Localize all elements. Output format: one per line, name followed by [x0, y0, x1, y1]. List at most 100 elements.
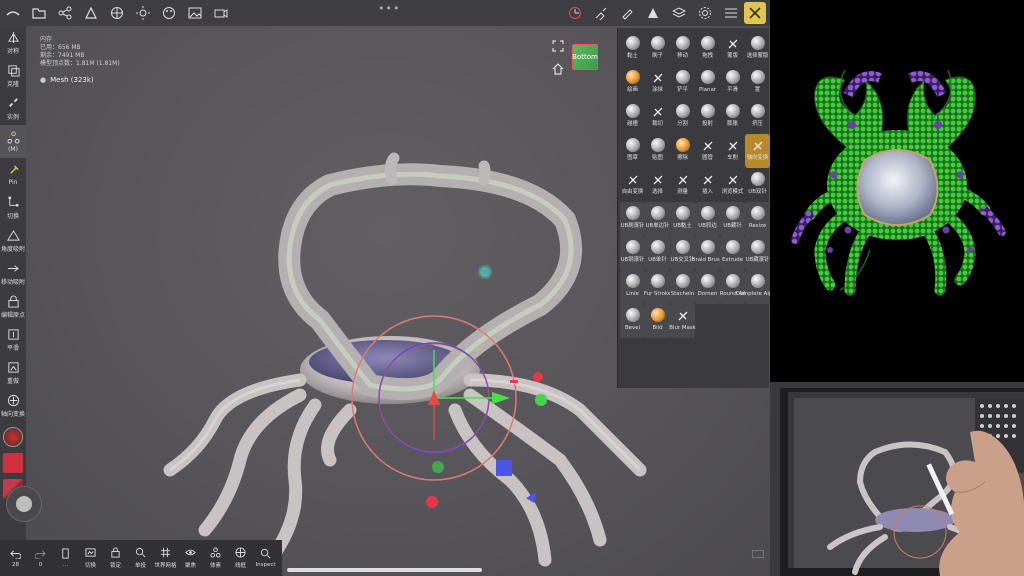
brush-item[interactable]: 车削 — [720, 134, 745, 168]
brush-item[interactable]: 置 — [745, 66, 770, 100]
brush-item[interactable]: Dornen — [695, 270, 720, 304]
sun-icon[interactable] — [130, 0, 156, 26]
brush-item[interactable]: UB藏针 — [720, 202, 745, 236]
brush-item[interactable]: 自由变换 — [620, 168, 645, 202]
brush-item[interactable]: 挤压 — [745, 100, 770, 134]
bottom-tool-lock[interactable]: 锁定 — [103, 547, 128, 569]
brush-item[interactable]: Bild — [645, 304, 670, 338]
brush-item[interactable]: UB双针 — [745, 168, 770, 202]
brush-item[interactable]: Extrude — [720, 236, 745, 270]
brush-item[interactable]: 分割 — [670, 100, 695, 134]
brush-item[interactable]: 平滑 — [720, 66, 745, 100]
scene-icon[interactable] — [78, 0, 104, 26]
brush-item[interactable]: 裁切 — [645, 100, 670, 134]
fullscreen-icon[interactable] — [552, 40, 564, 52]
bottom-tool-eye[interactable]: 聚焦 — [178, 547, 203, 569]
brush-item[interactable]: Complete Alpha — [736, 270, 770, 304]
pin-tool[interactable]: Pin — [0, 158, 26, 191]
globe-icon[interactable] — [104, 0, 130, 26]
bottom-tool-switch[interactable]: 切换 — [78, 547, 103, 569]
brush-panel: 黏土 刷子 移动 拖拽 蒙版 选择蒙版绘画 涂抹 铲平 Planar 平滑 置碰撞 裁切 分割 投射 膨胀 挤… — [617, 28, 770, 388]
instance-tool[interactable]: 实例 — [0, 92, 26, 125]
brush-item[interactable]: Round All — [720, 270, 745, 304]
palette-icon[interactable] — [156, 0, 182, 26]
brush-item[interactable]: Fur Stroke — [644, 270, 671, 304]
bottom-tool-wireframe[interactable]: 线框 — [228, 547, 253, 569]
brush-item[interactable]: 拖拽 — [695, 32, 720, 66]
view-cube[interactable]: Bottom — [572, 44, 598, 70]
folder-icon[interactable] — [26, 0, 52, 26]
brush-item[interactable]: Blur Mask — [669, 304, 696, 338]
gizmo-icon[interactable] — [562, 0, 588, 26]
brush-item[interactable]: Resize — [745, 202, 770, 236]
toggle-tool[interactable]: 切换 — [0, 191, 26, 224]
bottom-tool-grid[interactable]: 世界网格 — [153, 547, 178, 569]
angle-snap-tool[interactable]: 角度吸附 — [0, 224, 26, 257]
brush-item[interactable]: 蒙版 — [720, 32, 745, 66]
redo-tool[interactable]: 重做 — [0, 356, 26, 389]
brush-item[interactable]: 选择 — [645, 168, 670, 202]
brush-item[interactable]: UB交叉针 — [670, 236, 695, 270]
symmetry-tool[interactable]: 对称 — [0, 26, 26, 59]
brush-item[interactable]: 膨胀 — [720, 100, 745, 134]
brush-item[interactable]: 刷子 — [645, 32, 670, 66]
video-icon[interactable] — [208, 0, 234, 26]
settings-icon[interactable] — [692, 0, 718, 26]
brush-item[interactable]: Bevel — [620, 304, 645, 338]
brush-item[interactable]: 擦除 — [670, 134, 695, 168]
brush-item[interactable]: Linie — [620, 270, 645, 304]
brush-item[interactable]: 移动 — [670, 32, 695, 66]
bottom-tool-undo[interactable]: 28 — [3, 548, 28, 568]
move-snap-tool[interactable]: 移动吸附 — [0, 257, 26, 290]
brush-item[interactable]: 涂抹 — [645, 66, 670, 100]
brush-item[interactable]: 贴图 — [645, 134, 670, 168]
stylus-button[interactable] — [6, 486, 42, 522]
sliders-icon[interactable] — [718, 0, 744, 26]
share-icon[interactable] — [52, 0, 78, 26]
color-swatch-primary[interactable] — [3, 453, 23, 473]
material-icon[interactable] — [640, 0, 666, 26]
graph-tool[interactable]: (M) — [0, 125, 26, 158]
image-icon[interactable] — [182, 0, 208, 26]
axis-transform-tool[interactable]: 轴向变换 — [0, 389, 26, 422]
bottom-tool-phone[interactable]: ... — [53, 548, 78, 568]
edit-origin-tool[interactable]: 编辑原点 — [0, 290, 26, 323]
brush-item[interactable]: UB抓边 — [695, 202, 720, 236]
brush-item[interactable]: 绘画 — [620, 66, 645, 100]
brush-item[interactable]: UB单边针 — [645, 202, 670, 236]
brush-item[interactable]: 黏土 — [620, 32, 645, 66]
more-menu[interactable]: ••• — [378, 2, 400, 15]
brush-item[interactable]: UB刷滚针 — [620, 202, 645, 236]
brush-item[interactable]: UB藏滚针 — [745, 236, 770, 270]
brush-item[interactable]: UB单针 — [645, 236, 670, 270]
bottom-tool-redo[interactable]: 0 — [28, 548, 53, 568]
layers-icon[interactable] — [666, 0, 692, 26]
brush-item[interactable]: 插入 — [695, 168, 720, 202]
mesh-label[interactable]: Mesh (323k) — [40, 76, 120, 84]
logo-icon[interactable] — [0, 0, 26, 26]
brush-item[interactable]: 浏览模式 — [720, 168, 745, 202]
bottom-tool-search[interactable]: 单投 — [128, 547, 153, 569]
brush-icon[interactable] — [588, 0, 614, 26]
brush-item[interactable]: Stacheln — [670, 270, 695, 304]
brush-item[interactable]: 图章 — [620, 134, 645, 168]
brush-item[interactable]: 投射 — [695, 100, 720, 134]
brush-item[interactable]: 碰撞 — [620, 100, 645, 134]
brush-item[interactable]: 圆管 — [695, 134, 720, 168]
brush-item[interactable]: Planar — [695, 66, 720, 100]
brush-item[interactable]: 测量 — [670, 168, 695, 202]
brush-item[interactable]: 铲平 — [670, 66, 695, 100]
bottom-tool-inspect[interactable]: Inspect — [253, 548, 278, 568]
smooth-tool[interactable]: 平滑 — [0, 323, 26, 356]
brush-item[interactable]: 选择蒙版 — [745, 32, 770, 66]
clone-tool[interactable]: 克隆 — [0, 59, 26, 92]
brush-item[interactable]: Braid Brush — [692, 236, 723, 270]
bottom-tool-voxel[interactable]: 体素 — [203, 547, 228, 569]
brush-item[interactable]: 轴向变换 — [745, 134, 770, 168]
home-icon[interactable] — [552, 63, 564, 75]
hide-panels-icon[interactable] — [744, 2, 766, 24]
brush-item[interactable]: UB钢滚针 — [620, 236, 645, 270]
color-picker-button[interactable] — [3, 427, 23, 447]
paint-icon[interactable] — [614, 0, 640, 26]
brush-item[interactable]: UB黏土 — [670, 202, 695, 236]
